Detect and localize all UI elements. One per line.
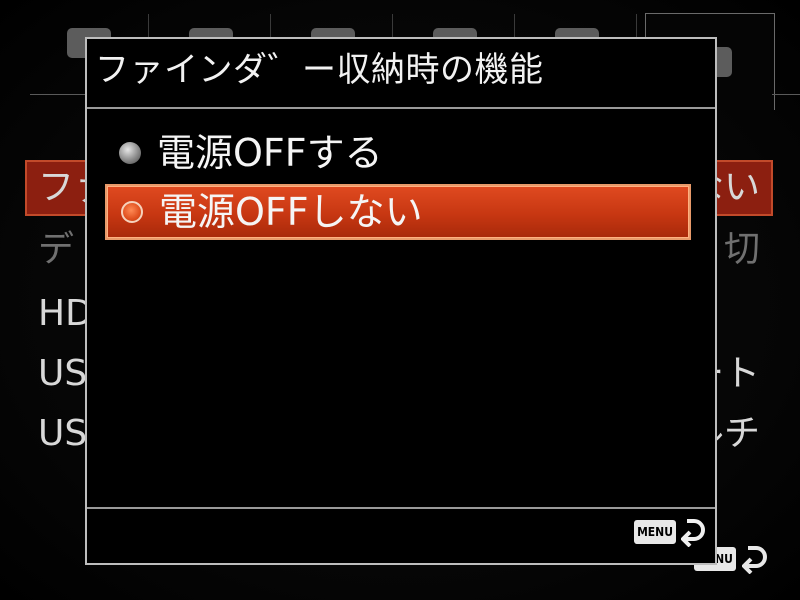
background-menu-item[interactable]: デ xyxy=(38,232,74,268)
menu-key-label: MENU xyxy=(634,520,676,544)
dialog-menu-back-button[interactable]: MENU xyxy=(634,517,707,547)
option-power-off[interactable]: 電源OFFする xyxy=(105,125,691,181)
option-label: 電源OFFしない xyxy=(159,190,423,234)
option-no-power-off[interactable]: 電源OFFしない xyxy=(105,184,691,240)
camera-screen: ファイ ない デ 切 HDM USB ート USB ルチ MENU ファインダ゛… xyxy=(0,0,800,600)
finder-retract-function-dialog: ファインダ゛ー収納時の機能 電源OFFする 電源OFFしない MENU xyxy=(85,37,717,565)
dialog-title: ファインダ゛ー収納時の機能 xyxy=(95,50,544,90)
dialog-title-divider xyxy=(87,107,715,109)
dialog-footer-divider xyxy=(87,507,715,509)
radio-selected-icon xyxy=(121,201,143,223)
radio-unselected-icon xyxy=(119,142,141,164)
return-arrow-icon xyxy=(741,544,770,574)
return-arrow-icon xyxy=(681,517,707,547)
background-tab-divider xyxy=(772,94,800,95)
option-label: 電源OFFする xyxy=(157,131,383,175)
background-menu-value: 切 xyxy=(723,229,760,270)
